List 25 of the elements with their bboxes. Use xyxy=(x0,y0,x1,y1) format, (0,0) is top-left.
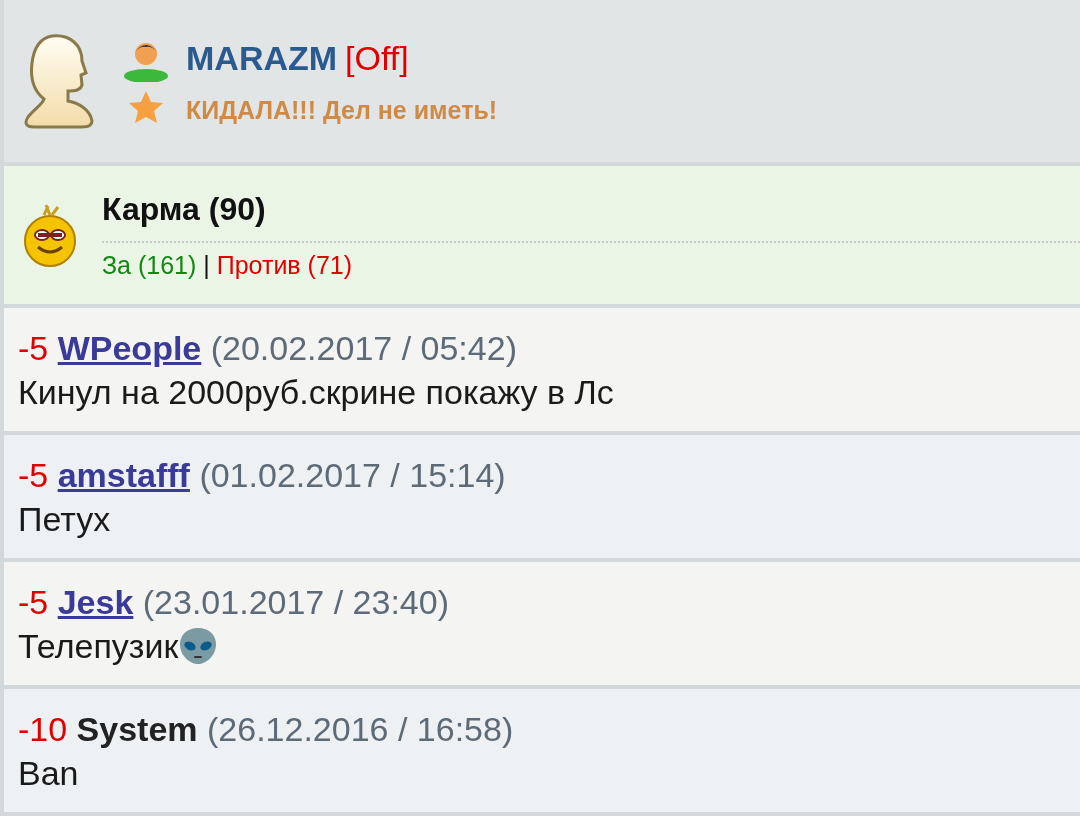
star-icon xyxy=(128,90,164,124)
comment-text: Петух xyxy=(18,499,111,540)
timestamp: (01.02.2017 / 15:14) xyxy=(199,456,506,494)
smiley-icon xyxy=(22,203,78,267)
comment-text: Ban xyxy=(18,753,79,794)
score: -5 xyxy=(18,329,49,367)
votes-against-link[interactable]: Против (71) xyxy=(216,251,353,280)
separator: | xyxy=(203,251,210,280)
author-link[interactable]: WPeople xyxy=(57,329,202,367)
status-label: [Off] xyxy=(345,37,409,79)
timestamp: (26.12.2016 / 16:58) xyxy=(207,710,514,748)
votes-for-link[interactable]: За (161) xyxy=(102,251,197,280)
score: -5 xyxy=(18,583,49,621)
user-title: КИДАЛА!!! Дел не иметь! xyxy=(186,94,498,126)
author-name: System xyxy=(76,710,198,748)
score: -5 xyxy=(18,456,49,494)
karma-heading: Карма (90) xyxy=(102,190,267,230)
timestamp: (23.01.2017 / 23:40) xyxy=(142,583,449,621)
author-link[interactable]: amstafff xyxy=(57,456,190,494)
timestamp: (20.02.2017 / 05:42) xyxy=(210,329,517,367)
username: MARAZM xyxy=(186,37,338,79)
comment-text: Телепузик xyxy=(18,626,179,667)
score: -10 xyxy=(18,710,68,748)
comment-text: Кинул на 2000руб.скрине покажу в Лс xyxy=(18,372,614,413)
author-link[interactable]: Jesk xyxy=(57,583,134,621)
